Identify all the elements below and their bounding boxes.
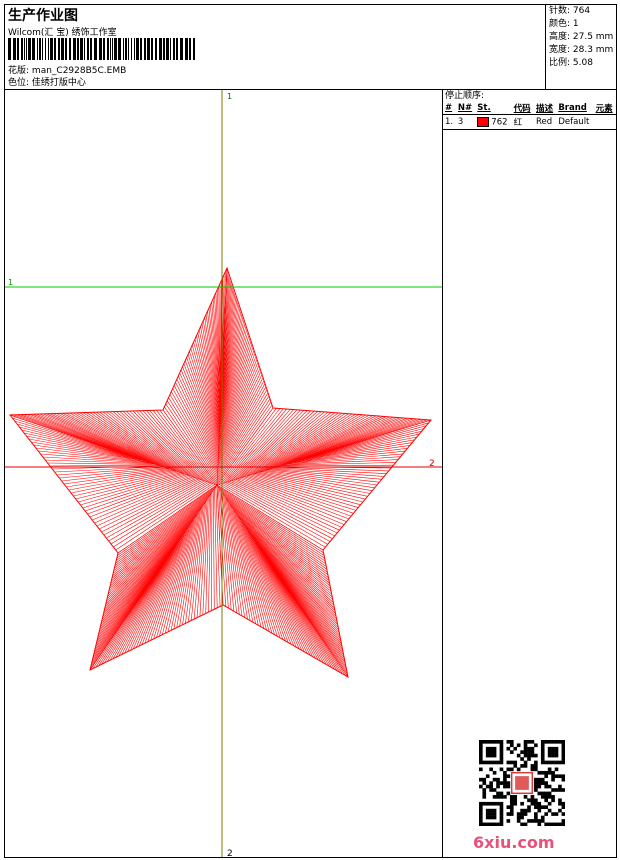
- production-sheet: 生产作业图 Wilcom(汇 宝) 绣饰工作室 花版: man_C2928B5C…: [4, 4, 617, 858]
- stop-sequence-panel: 停止顺序: # N# St. 代码 描述 Brand 元素 1. 3 762 红…: [443, 90, 616, 857]
- col-stitches: St.: [475, 102, 512, 115]
- site-watermark: 6xiu.com: [473, 833, 555, 852]
- sheet-header: 生产作业图 Wilcom(汇 宝) 绣饰工作室 花版: man_C2928B5C…: [5, 5, 616, 90]
- color-position-line: 色位: 佳绣打版中心: [8, 75, 86, 88]
- star-design: [8, 266, 433, 678]
- stat-height: 高度: 27.5 mm: [549, 32, 614, 42]
- stat-width: 宽度: 28.3 mm: [549, 45, 614, 55]
- color-position-value: 佳绣打版中心: [31, 78, 86, 88]
- row-index: 1.: [443, 114, 456, 130]
- qr-code: [479, 740, 565, 826]
- col-element: 元素: [593, 102, 616, 115]
- sheet-title: 生产作业图: [8, 8, 78, 24]
- stop-sequence-title: 停止顺序:: [445, 91, 485, 101]
- guide-marker-right: 2: [429, 459, 435, 469]
- row-description: Red: [534, 114, 557, 130]
- col-description: 描述: [534, 102, 557, 115]
- col-code: 代码: [511, 102, 534, 115]
- color-swatch: [477, 116, 490, 127]
- col-index: #: [443, 102, 456, 115]
- stop-sequence-table: # N# St. 代码 描述 Brand 元素 1. 3 762 红 Red D…: [443, 102, 616, 130]
- row-brand: Default: [556, 114, 594, 130]
- row-stitches: 762: [491, 117, 508, 128]
- stats-panel: 针数: 764 颜色: 1 高度: 27.5 mm 宽度: 28.3 mm 比例…: [545, 5, 617, 89]
- guide-marker-left: 1: [8, 278, 13, 287]
- stat-colors: 颜色: 1: [549, 19, 579, 29]
- row-needle: 3: [455, 114, 476, 130]
- stop-sequence-header-row: # N# St. 代码 描述 Brand 元素: [443, 102, 616, 115]
- col-brand: Brand: [556, 102, 594, 115]
- color-position-label: 色位:: [8, 78, 30, 88]
- stat-stitches: 针数: 764: [549, 6, 591, 16]
- table-row[interactable]: 1. 3 762 红 Red Default: [443, 114, 616, 130]
- barcode: [8, 38, 195, 60]
- row-code: 红: [511, 114, 534, 130]
- guide-marker-bottom: 2: [227, 849, 233, 857]
- stat-ratio: 比例: 5.08: [549, 58, 593, 68]
- col-needle: N#: [455, 102, 476, 115]
- row-stitches-cell: 762: [475, 114, 512, 130]
- studio-name: Wilcom(汇 宝) 绣饰工作室: [8, 28, 117, 38]
- guide-marker-top: 1: [227, 92, 232, 101]
- design-preview: 1 2 1 2: [5, 90, 443, 857]
- design-canvas: 1 2 1 2: [5, 90, 442, 857]
- row-element: [593, 114, 616, 130]
